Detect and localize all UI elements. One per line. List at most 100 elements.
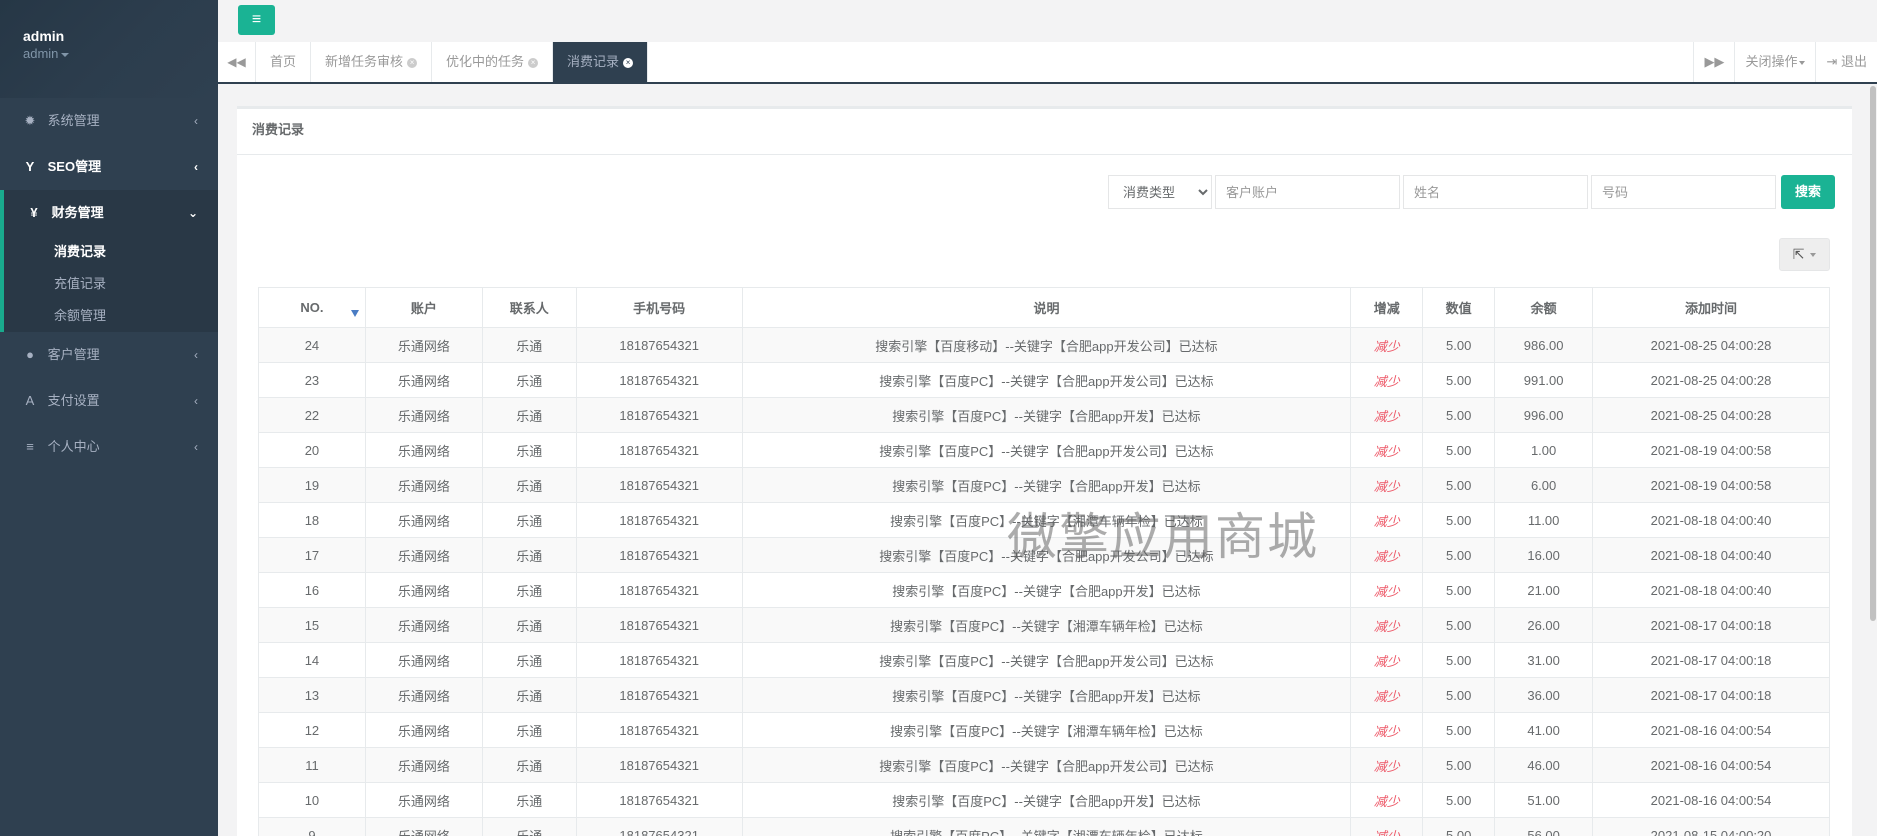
table-row[interactable]: 9 乐通网络 乐通 18187654321 搜索引擎【百度PC】--关键字【湘潭车辆年检… [258,817,1830,836]
table-cell: 乐通网络 [364,747,483,783]
sidebar-item-label: 客户管理 [47,347,100,362]
table-cell: 乐通网络 [364,677,483,713]
table-cell: 减少 [1350,362,1424,398]
table-cell: 996.00 [1494,397,1594,433]
column-header[interactable]: 手机号码 [575,287,743,328]
tabs-scroll-right-button[interactable]: ▶▶ [1693,42,1734,82]
sidebar-subitem-consumption[interactable]: 消费记录 [4,236,218,268]
table-cell: 11 [258,747,366,783]
table-cell: 18187654321 [575,397,743,433]
table-row[interactable]: 15 乐通网络 乐通 18187654321 搜索引擎【百度PC】--关键字【湘潭车辆年… [258,607,1830,643]
table-row[interactable]: 10 乐通网络 乐通 18187654321 搜索引擎【百度PC】--关键字【合肥app… [258,782,1830,818]
column-header[interactable]: 添加时间 [1592,287,1830,328]
close-icon[interactable]: × [623,57,634,68]
search-button[interactable]: 搜索 [1781,175,1835,209]
tab-optimizing-tasks[interactable]: 优化中的任务 × [432,42,554,82]
sidebar-item-payment[interactable]: A 支付设置 ‹ [0,378,218,424]
chevron-left-icon: ‹ [194,394,198,408]
user-profile[interactable]: admin admin [0,0,218,98]
sidebar-subitem-recharge[interactable]: 充值记录 [4,268,218,300]
sidebar-subitem-balance[interactable]: 余额管理 [4,300,218,332]
table-cell: 乐通 [481,572,577,608]
sidebar-item-customer[interactable]: ● 客户管理 ‹ [0,332,218,378]
table-cell: 2021-08-16 04:00:54 [1592,782,1830,818]
table-cell: 2021-08-17 04:00:18 [1592,607,1830,643]
table-cell: 46.00 [1494,747,1594,783]
table-row[interactable]: 24 乐通网络 乐通 18187654321 搜索引擎【百度移动】--关键字【合肥app… [258,327,1830,363]
close-icon[interactable]: × [528,57,539,68]
table-cell: 搜索引擎【百度PC】--关键字【合肥app开发公司】已达标 [741,642,1352,678]
table-cell: 10 [258,782,366,818]
table-row[interactable]: 20 乐通网络 乐通 18187654321 搜索引擎【百度PC】--关键字【合肥app… [258,432,1830,468]
close-icon[interactable]: × [407,57,418,68]
scrollbar-thumb[interactable] [1870,86,1876,621]
consumption-type-select[interactable]: 消费类型 [1108,175,1212,209]
table-row[interactable]: 19 乐通网络 乐通 18187654321 搜索引擎【百度PC】--关键字【合肥app… [258,467,1830,503]
sidebar-item-system[interactable]: ✹ 系统管理 ‹ [0,98,218,144]
column-header[interactable]: 联系人 [481,287,577,328]
column-header[interactable]: 说明 [741,287,1352,328]
column-header[interactable]: 余额 [1494,287,1594,328]
table-cell: 13 [258,677,366,713]
table-row[interactable]: 23 乐通网络 乐通 18187654321 搜索引擎【百度PC】--关键字【合肥app… [258,362,1830,398]
gear-icon: ✹ [24,113,36,128]
table-cell: 乐通 [481,467,577,503]
records-table: NO. 账户 联系人 手机号码 说明 增减 数值 余额 添加时间 24 乐通网络 乐通 1818765… [258,287,1830,836]
table-cell: 搜索引擎【百度PC】--关键字【湘潭车辆年检】已达标 [741,712,1352,748]
phone-input[interactable] [1591,175,1776,209]
tab-new-task-review[interactable]: 新增任务审核 × [311,42,433,82]
table-row[interactable]: 12 乐通网络 乐通 18187654321 搜索引擎【百度PC】--关键字【湘潭车辆年… [258,712,1830,748]
table-cell: 5.00 [1422,432,1496,468]
menu-toggle-button[interactable]: ≡ [238,5,275,35]
column-header[interactable]: NO. [258,287,366,328]
table-row[interactable]: 16 乐通网络 乐通 18187654321 搜索引擎【百度PC】--关键字【合肥app… [258,572,1830,608]
table-cell: 5.00 [1422,467,1496,503]
table-cell: 搜索引擎【百度PC】--关键字【湘潭车辆年检】已达标 [741,502,1352,538]
table-cell: 乐通 [481,747,577,783]
table-cell: 2021-08-17 04:00:18 [1592,642,1830,678]
export-button[interactable]: ⇱ [1779,238,1830,271]
table-cell: 26.00 [1494,607,1594,643]
table-cell: 5.00 [1422,572,1496,608]
table-row[interactable]: 22 乐通网络 乐通 18187654321 搜索引擎【百度PC】--关键字【合肥app… [258,397,1830,433]
table-cell: 乐通网络 [364,712,483,748]
tab-bar: ◀◀ 首页 新增任务审核 × 优化中的任务 × 消费记录 × ▶▶ 关闭操作 ⇥ 退出 [218,42,1877,84]
tab-consumption-records[interactable]: 消费记录 × [553,42,649,82]
user-icon: ● [26,347,34,362]
tabs-scroll-left-button[interactable]: ◀◀ [218,42,256,82]
table-cell: 5.00 [1422,397,1496,433]
table-cell: 18187654321 [575,537,743,573]
table-cell: 减少 [1350,747,1424,783]
close-operations-dropdown[interactable]: 关闭操作 [1734,42,1815,82]
chevron-left-icon: ‹ [194,440,198,454]
table-cell: 乐通 [481,677,577,713]
name-input[interactable] [1403,175,1588,209]
sidebar-item-seo[interactable]: Y SEO管理 ‹ [0,144,218,190]
column-header[interactable]: 账户 [364,287,483,328]
table-cell: 11.00 [1494,502,1594,538]
table-cell: 乐通网络 [364,397,483,433]
table-cell: 1.00 [1494,432,1594,468]
column-header[interactable]: 增减 [1350,287,1424,328]
column-header[interactable]: 数值 [1422,287,1496,328]
table-cell: 12 [258,712,366,748]
user-role-dropdown[interactable]: admin [23,46,218,61]
logout-button[interactable]: ⇥ 退出 [1815,42,1877,82]
table-cell: 2021-08-19 04:00:58 [1592,467,1830,503]
table-row[interactable]: 14 乐通网络 乐通 18187654321 搜索引擎【百度PC】--关键字【合肥app… [258,642,1830,678]
table-row[interactable]: 11 乐通网络 乐通 18187654321 搜索引擎【百度PC】--关键字【合肥app… [258,747,1830,783]
table-cell: 2021-08-25 04:00:28 [1592,397,1830,433]
double-left-icon: ◀◀ [227,55,246,69]
table-row[interactable]: 13 乐通网络 乐通 18187654321 搜索引擎【百度PC】--关键字【合肥app… [258,677,1830,713]
table-cell: 5.00 [1422,642,1496,678]
table-cell: 5.00 [1422,537,1496,573]
table-row[interactable]: 17 乐通网络 乐通 18187654321 搜索引擎【百度PC】--关键字【合肥app… [258,537,1830,573]
table-row[interactable]: 18 乐通网络 乐通 18187654321 搜索引擎【百度PC】--关键字【湘潭车辆年… [258,502,1830,538]
sidebar-item-finance[interactable]: ¥ 财务管理 ⌄ [4,190,218,236]
sidebar-item-label: SEO管理 [47,159,102,174]
sidebar-item-personal[interactable]: ≡ 个人中心 ‹ [0,424,218,470]
customer-account-input[interactable] [1215,175,1400,209]
chevron-left-icon: ‹ [194,114,198,128]
tab-home[interactable]: 首页 [256,42,312,82]
table-cell: 减少 [1350,432,1424,468]
